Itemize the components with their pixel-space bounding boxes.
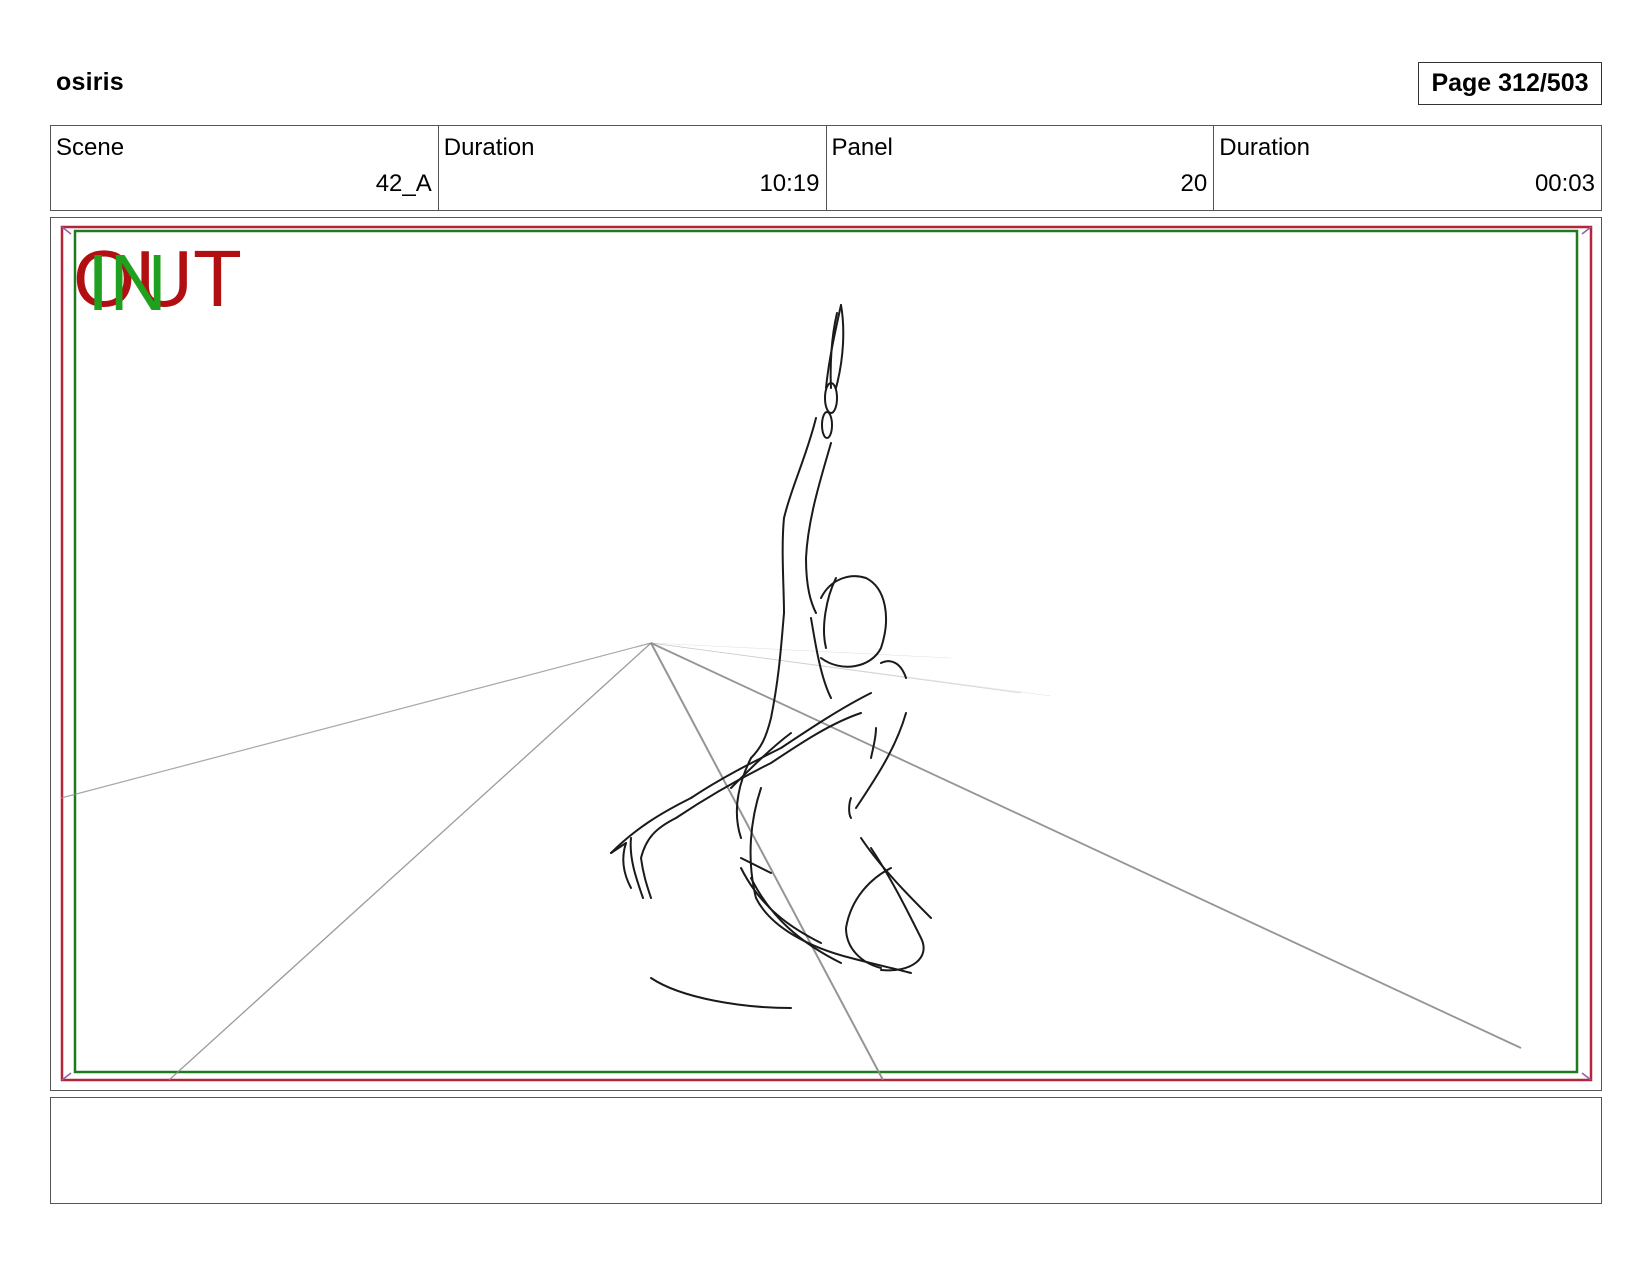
panel-duration-cell: Duration 00:03 xyxy=(1213,126,1601,210)
perspective-lines xyxy=(60,642,1522,1081)
panel-info-table: Scene 42_A Duration 10:19 Panel 20 Durat… xyxy=(50,125,1602,211)
storyboard-panel: OUT IN xyxy=(50,217,1602,1091)
outer-safe-frame xyxy=(60,225,1593,1082)
panel-cell: Panel 20 xyxy=(825,126,1214,210)
project-title: osiris xyxy=(56,68,124,96)
panel-value: 20 xyxy=(1180,170,1208,197)
in-marker: IN xyxy=(87,238,167,327)
scene-duration-cell: Duration 10:19 xyxy=(437,126,826,210)
corner-marks xyxy=(61,226,1592,1081)
scene-value: 42_A xyxy=(375,170,432,197)
scene-cell: Scene 42_A xyxy=(51,126,438,210)
page-number: Page 312/503 xyxy=(1418,62,1602,105)
scene-duration-value: 10:19 xyxy=(759,170,820,197)
scene-duration-label: Duration xyxy=(443,134,535,161)
panel-duration-label: Duration xyxy=(1219,134,1310,161)
panel-label: Panel xyxy=(831,134,893,161)
caption-box xyxy=(50,1097,1602,1204)
scene-label: Scene xyxy=(56,134,125,161)
panel-drawing: OUT IN xyxy=(60,225,1593,1082)
panel-duration-value: 00:03 xyxy=(1534,170,1595,197)
